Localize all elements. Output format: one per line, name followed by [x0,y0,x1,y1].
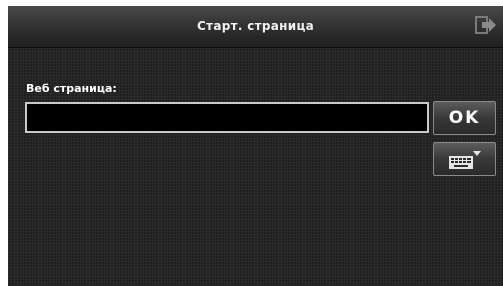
web-page-url-input[interactable] [25,102,429,133]
ok-button[interactable]: OK [433,101,496,135]
exit-arrow-icon [475,16,496,34]
exit-button[interactable] [475,15,497,35]
web-page-label: Веб страница: [26,82,117,95]
keyboard-icon [449,151,481,169]
title-bar: Старт. страница [8,6,503,48]
page-title: Старт. страница [196,19,315,33]
keyboard-button[interactable] [433,142,496,176]
settings-screen: Старт. страница Веб страница: OK [8,6,503,286]
